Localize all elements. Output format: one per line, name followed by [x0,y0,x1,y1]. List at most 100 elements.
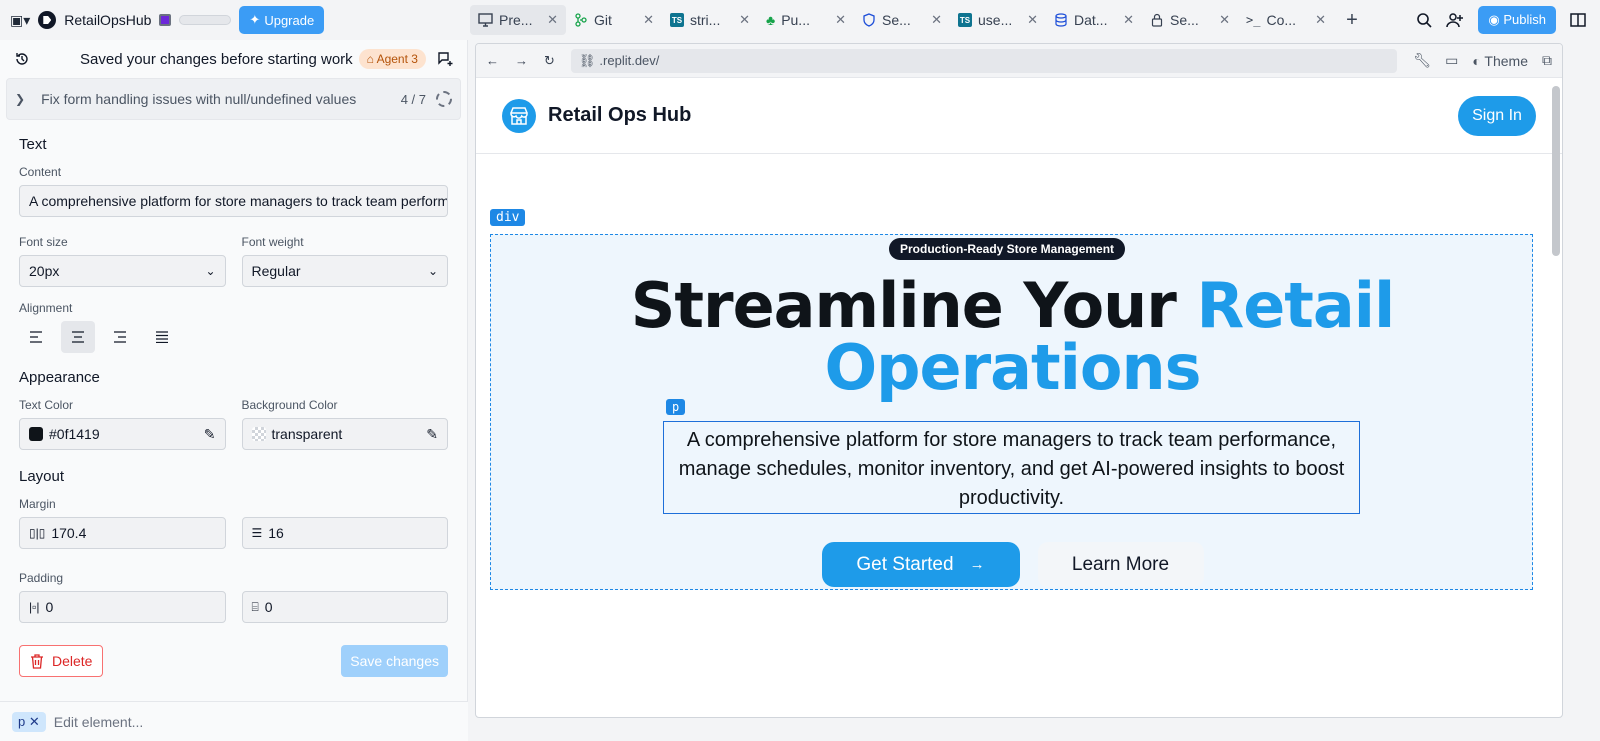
layout-icon[interactable] [1570,12,1586,28]
tab-security[interactable]: Se... ✕ [854,5,950,35]
monitor-icon [478,13,493,27]
tab-secrets[interactable]: Se... ✕ [1142,5,1238,35]
align-left-icon [30,331,42,343]
publish-button[interactable]: ◉ Publish [1478,6,1556,34]
hero-paragraph[interactable]: A comprehensive platform for store manag… [663,421,1360,514]
text-color-input[interactable]: #0f1419 ✎ [19,418,226,450]
loading-spinner-icon [436,91,452,107]
tab-use[interactable]: TS use... ✕ [950,5,1046,35]
wrench-icon[interactable]: 🔧︎ [1413,52,1431,69]
padding-y-input[interactable]: ⌸ 0 [241,591,448,623]
browser-bar: ← → ↻ ⛓ .replit.dev/ 🔧︎ ▭ ◐ Theme ⧉ [476,44,1562,78]
forward-arrow-icon[interactable]: → [515,53,528,68]
content-label: Content [19,165,62,179]
terminal-icon: >_ [1246,13,1261,27]
align-left-button[interactable] [19,321,53,353]
edit-element-input[interactable]: Edit element... [54,714,144,730]
content-input[interactable]: A comprehensive platform for store manag… [19,185,448,217]
align-right-button[interactable] [103,321,137,353]
site-name[interactable]: Retail Ops Hub [548,104,691,127]
editor-actions: Delete Save changes [19,645,448,677]
usage-bar [179,15,232,25]
padding-x-input[interactable]: |▫| 0 [19,591,226,623]
section-appearance-title: Appearance [19,369,100,386]
search-icon[interactable] [1416,12,1432,28]
task-progress-row[interactable]: ❯ Fix form handling issues with null/und… [6,78,461,120]
devices-icon[interactable]: ▭ [1445,52,1458,69]
close-icon[interactable]: ✕ [1027,12,1038,28]
task-count: 4 / 7 [400,91,426,107]
close-icon[interactable]: ✕ [835,12,846,28]
close-icon[interactable]: ✕ [1315,12,1326,28]
color-row: Text Color #0f1419 ✎ Background Color tra… [19,398,448,450]
close-icon[interactable]: ✕ [29,714,40,729]
margin-x-input[interactable]: ▯|▯ 170.4 [19,517,226,549]
git-icon [575,13,587,27]
edit-element-bar: p ✕ Edit element... [0,701,468,741]
scrollbar[interactable] [1552,86,1560,256]
align-justify-button[interactable] [145,321,179,353]
site-header: Retail Ops Hub Sign In [476,78,1562,154]
padding-label: Padding [19,571,64,585]
margin-row: ▯|▯ 170.4 ☰ 16 [19,517,448,549]
alignment-buttons [19,321,448,353]
section-text-title: Text [19,136,47,153]
hero-cta-row: Get Started → Learn More [491,542,1534,587]
app-name[interactable]: RetailOpsHub [64,12,151,28]
align-center-button[interactable] [61,321,95,353]
close-icon[interactable]: ✕ [739,12,750,28]
invite-user-icon[interactable] [1446,12,1464,28]
font-size-select[interactable]: 20px ⌄ [19,255,226,287]
font-weight-select[interactable]: Regular ⌄ [241,255,448,287]
history-icon[interactable] [14,51,30,67]
tab-strings[interactable]: TS stri... ✕ [662,5,758,35]
font-row: Font size 20px ⌄ Font weight Regular ⌄ [19,235,448,287]
database-icon [1055,13,1067,27]
p-selection-tag: p [666,399,686,415]
new-tab-button[interactable]: + [1334,5,1370,35]
tab-database[interactable]: Dat... ✕ [1046,5,1142,35]
open-external-icon[interactable]: ⧉ [1542,52,1552,69]
hero-section[interactable]: Production-Ready Store Management Stream… [490,234,1533,590]
link-icon: ⛓ [578,52,596,68]
align-right-icon [114,331,126,343]
alignment-label: Alignment [19,301,73,315]
learn-more-button[interactable]: Learn More [1037,542,1204,587]
close-icon[interactable]: ✕ [931,12,942,28]
close-icon[interactable]: ✕ [1219,12,1230,28]
get-started-button[interactable]: Get Started → [821,542,1020,587]
vertical-spacing-icon: ☰ [251,526,263,540]
tab-pu[interactable]: ♣ Pu... ✕ [758,5,854,35]
tab-preview[interactable]: Pre... ✕ [470,5,566,35]
reload-icon[interactable]: ↻ [544,53,555,69]
eyedropper-icon[interactable]: ✎ [204,426,216,443]
typescript-icon: TS [958,13,972,27]
transparent-swatch [251,427,266,441]
top-right-tools: ◉ Publish [1416,6,1600,34]
close-icon[interactable]: ✕ [1123,12,1134,28]
margin-y-input[interactable]: ☰ 16 [241,517,448,549]
theme-button[interactable]: ◐ Theme [1472,53,1528,69]
saved-status-text: Saved your changes before starting work [80,50,353,68]
tab-git[interactable]: Git ✕ [566,5,662,35]
delete-button[interactable]: Delete [19,645,104,677]
upgrade-button[interactable]: ✦ Upgrade [239,6,325,34]
url-field[interactable]: ⛓ .replit.dev/ [570,48,1398,73]
tab-console[interactable]: >_ Co... ✕ [1238,5,1334,35]
shield-icon [863,13,875,27]
typescript-icon: TS [670,13,684,27]
save-changes-button[interactable]: Save changes [341,645,448,677]
align-center-icon [72,331,84,343]
sidebar-toggle-icon[interactable]: ▣▾ [10,12,30,29]
horizontal-padding-icon: |▫| [29,600,40,614]
close-icon[interactable]: ✕ [547,12,558,28]
new-chat-icon[interactable] [437,51,453,67]
eyedropper-icon[interactable]: ✎ [426,426,438,443]
sign-in-button[interactable]: Sign In [1458,95,1536,136]
div-selection-tag: div [490,209,526,226]
bg-color-input[interactable]: transparent ✎ [241,418,448,450]
vertical-padding-icon: ⌸ [251,599,259,614]
close-icon[interactable]: ✕ [643,12,654,28]
selected-element-chip[interactable]: p ✕ [12,711,46,732]
back-arrow-icon[interactable]: ← [486,53,499,68]
